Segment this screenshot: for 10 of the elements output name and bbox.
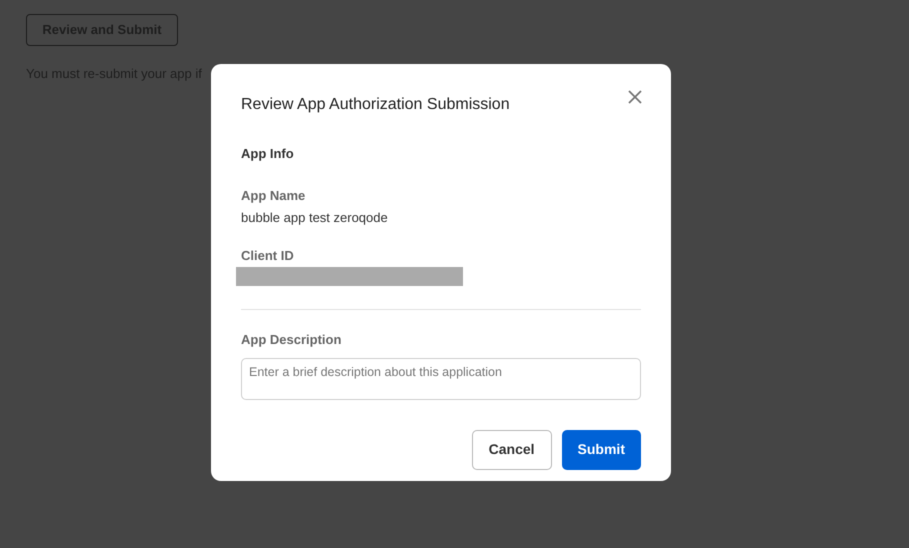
description-label: App Description	[241, 331, 342, 349]
description-field[interactable]: Enter a brief description about this application	[241, 358, 641, 400]
client-id-label: Client ID	[241, 246, 294, 264]
cancel-button[interactable]: Cancel	[472, 430, 552, 470]
app-name-value: bubble app test zeroqode	[241, 209, 388, 227]
section-heading: App Info	[241, 145, 294, 163]
submit-button[interactable]: Submit	[562, 430, 641, 470]
app-name-label: App Name	[241, 186, 306, 205]
close-icon[interactable]	[627, 89, 643, 105]
dialog-title: Review App Authorization Submission	[241, 95, 510, 115]
